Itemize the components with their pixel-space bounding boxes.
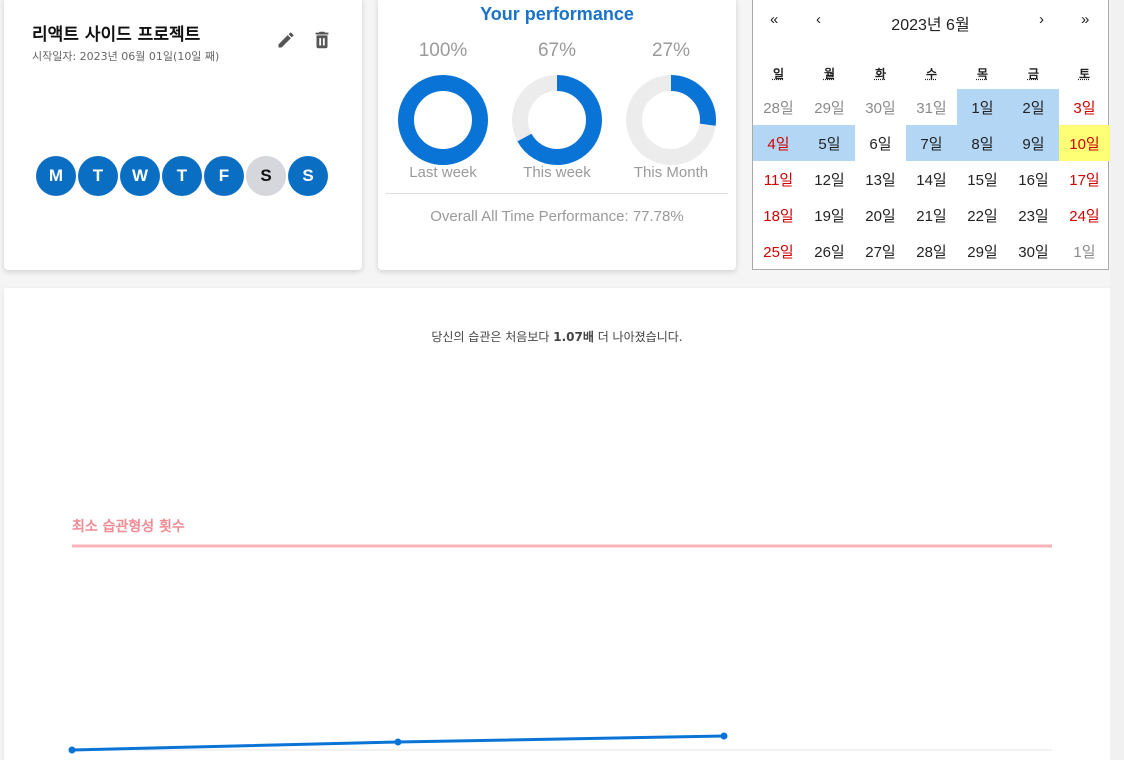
calendar-day[interactable]: 16일 — [1008, 161, 1059, 197]
donut-ring — [398, 75, 488, 165]
donut-label: This week — [523, 164, 591, 181]
weekday-toggle[interactable]: W — [120, 156, 160, 196]
project-title: 리액트 사이드 프로젝트 — [32, 25, 201, 45]
next-year-button[interactable]: » — [1081, 11, 1089, 28]
calendar-day[interactable]: 2일 — [1008, 89, 1059, 125]
calendar-day[interactable]: 4일 — [753, 125, 804, 161]
calendar-day[interactable]: 22일 — [957, 197, 1008, 233]
calendar-day[interactable]: 28일 — [906, 233, 957, 269]
performance-donut: 100% Last week — [388, 40, 498, 181]
performance-card: Your performance 100% Last week 67% This we… — [378, 0, 736, 270]
calendar-day[interactable]: 12일 — [804, 161, 855, 197]
weekday-toggle[interactable]: S — [288, 156, 328, 196]
calendar-day[interactable]: 13일 — [855, 161, 906, 197]
calendar-day[interactable]: 19일 — [804, 197, 855, 233]
calendar-day[interactable]: 29일 — [804, 89, 855, 125]
calendar-weekdays: 일월화수목금토 — [753, 65, 1110, 82]
pencil-icon — [278, 32, 294, 48]
threshold-label: 최소 습관형성 횟수 — [72, 518, 185, 535]
weekday-toggle[interactable]: F — [204, 156, 244, 196]
edit-button[interactable] — [272, 26, 300, 54]
weekday-selector: MTWTFSS — [36, 156, 328, 196]
overall-performance: Overall All Time Performance: 77.78% — [430, 208, 684, 225]
calendar-day[interactable]: 1일 — [957, 89, 1008, 125]
habit-data-point — [394, 738, 402, 746]
calendar-day[interactable]: 26일 — [804, 233, 855, 269]
calendar-day[interactable]: 28일 — [753, 89, 804, 125]
calendar-day[interactable]: 6일 — [855, 125, 906, 161]
project-start-date: 시작일자: 2023년 06월 01일(10일 째) — [32, 50, 220, 63]
performance-donut: 27% This Month — [616, 40, 726, 181]
donut-percent: 100% — [418, 40, 468, 61]
weekday-toggle[interactable]: M — [36, 156, 76, 196]
scrollbar[interactable] — [1110, 0, 1124, 760]
calendar-day[interactable]: 27일 — [855, 233, 906, 269]
calendar-day[interactable]: 10일 — [1059, 125, 1110, 161]
habit-data-point — [68, 746, 76, 754]
habit-line-chart: 최소 습관형성 횟수 — [68, 518, 1052, 754]
calendar-day[interactable]: 15일 — [957, 161, 1008, 197]
calendar-day[interactable]: 3일 — [1059, 89, 1110, 125]
calendar-day[interactable]: 7일 — [906, 125, 957, 161]
calendar-day[interactable]: 18일 — [753, 197, 804, 233]
calendar-day[interactable]: 11일 — [753, 161, 804, 197]
calendar-day[interactable]: 8일 — [957, 125, 1008, 161]
weekday-toggle[interactable]: T — [78, 156, 118, 196]
donut-label: This Month — [633, 164, 709, 181]
donut-fill — [398, 75, 488, 165]
weekday-toggle[interactable]: T — [162, 156, 202, 196]
weekday-header: 수 — [925, 67, 938, 81]
donut-ring — [626, 75, 716, 165]
calendar-day[interactable]: 31일 — [906, 89, 957, 125]
calendar-day[interactable]: 30일 — [855, 89, 906, 125]
divider — [386, 193, 728, 194]
calendar-day[interactable]: 24일 — [1059, 197, 1110, 233]
calendar-day[interactable]: 20일 — [855, 197, 906, 233]
calendar-day[interactable]: 9일 — [1008, 125, 1059, 161]
donut-percent: 67% — [537, 40, 577, 61]
weekday-header: 토 — [1078, 67, 1091, 81]
next-month-button[interactable]: › — [1039, 11, 1044, 28]
calendar-day[interactable]: 25일 — [753, 233, 804, 269]
calendar-day[interactable]: 17일 — [1059, 161, 1110, 197]
habit-data-point — [720, 732, 728, 740]
project-card: 리액트 사이드 프로젝트 시작일자: 2023년 06월 01일(10일 째) … — [4, 0, 362, 270]
calendar-day[interactable]: 1일 — [1059, 233, 1110, 269]
habit-chart-card: 당신의 습관은 처음보다 1.07배 더 나아졌습니다. 최소 습관형성 횟수 — [4, 288, 1110, 760]
calendar-day[interactable]: 23일 — [1008, 197, 1059, 233]
weekday-header: 화 — [874, 67, 887, 81]
weekday-toggle[interactable]: S — [246, 156, 286, 196]
performance-title: Your performance — [480, 4, 634, 24]
delete-button[interactable] — [308, 26, 336, 54]
weekday-header: 월 — [823, 67, 836, 81]
calendar-day[interactable]: 14일 — [906, 161, 957, 197]
calendar-month-title[interactable]: 2023년 6월 — [753, 11, 1108, 35]
calendar-grid: 28일 29일 30일 31일 1일 2일 3일 4일 5일 6일 7일 8일 9일 10일 11일 12일 1… — [753, 89, 1110, 269]
calendar-day[interactable]: 30일 — [1008, 233, 1059, 269]
trash-icon — [315, 31, 329, 49]
calendar: « ‹ 2023년 6월 › » 일월화수목금토 28일 29일 30일 31일 1일 2… — [752, 0, 1110, 270]
calendar-day[interactable]: 29일 — [957, 233, 1008, 269]
calendar-day[interactable]: 5일 — [804, 125, 855, 161]
donut-percent: 27% — [651, 40, 691, 61]
donut-ring — [512, 75, 602, 165]
weekday-header: 일 — [772, 67, 785, 81]
weekday-header: 목 — [976, 67, 989, 81]
weekday-header: 금 — [1027, 67, 1040, 81]
calendar-day[interactable]: 21일 — [906, 197, 957, 233]
performance-donut: 67% This week — [502, 40, 612, 181]
donut-label: Last week — [409, 164, 477, 181]
